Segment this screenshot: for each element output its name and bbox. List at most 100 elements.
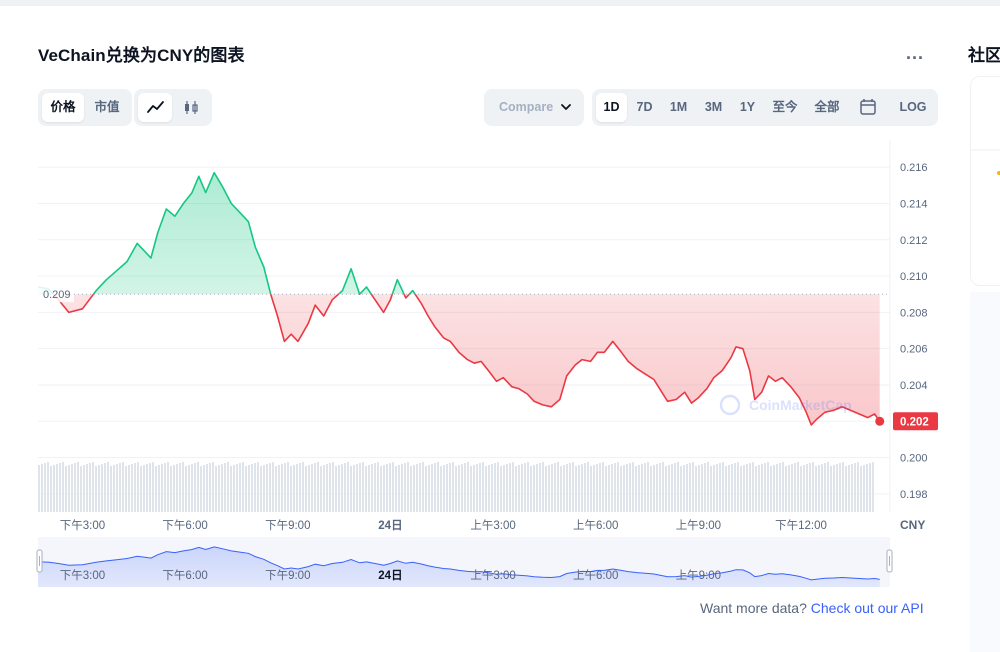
- navigator-tick-label: 24日: [378, 569, 402, 582]
- volume-bar: [350, 466, 352, 512]
- x-tick-label: 上午6:00: [573, 519, 618, 532]
- volume-bar: [755, 466, 757, 512]
- volume-bar: [137, 462, 139, 512]
- volume-bar: [584, 463, 586, 512]
- volume-bar: [767, 462, 769, 512]
- volume-bar: [206, 464, 208, 512]
- volume-bar: [368, 465, 370, 512]
- volume-bar: [707, 462, 709, 512]
- volume-bar: [656, 464, 658, 512]
- volume-bar: [464, 463, 466, 512]
- volume-bar: [152, 462, 154, 512]
- volume-bar: [692, 462, 694, 512]
- volume-bar: [200, 466, 202, 512]
- volume-bar: [449, 463, 451, 512]
- volume-bar: [557, 462, 559, 512]
- volume-bar: [836, 464, 838, 512]
- volume-bar: [761, 464, 763, 512]
- volume-bar: [290, 466, 292, 512]
- volume-bar: [788, 465, 790, 512]
- volume-bar: [854, 463, 856, 512]
- volume-bar: [173, 465, 175, 512]
- volume-bar: [278, 465, 280, 512]
- volume-bar: [797, 462, 799, 512]
- volume-bar: [728, 465, 730, 512]
- volume-bar: [764, 463, 766, 512]
- volume-bar: [248, 465, 250, 512]
- volume-bar: [722, 462, 724, 512]
- volume-bar: [335, 466, 337, 512]
- volume-bar: [470, 466, 472, 512]
- volume-bar: [107, 462, 109, 512]
- volume-bar: [296, 464, 298, 512]
- volume-bar: [527, 462, 529, 512]
- current-price-dot: [875, 416, 885, 426]
- navigator-tick-label: 上午3:00: [470, 569, 515, 582]
- volume-bar: [65, 466, 67, 512]
- volume-bar: [482, 462, 484, 512]
- volume-bar: [233, 465, 235, 512]
- volume-bar: [650, 466, 652, 512]
- volume-bar: [38, 465, 40, 512]
- api-link[interactable]: Check out our API: [811, 600, 924, 616]
- volume-bar: [179, 463, 181, 512]
- volume-bar: [542, 462, 544, 512]
- volume-bar: [614, 463, 616, 512]
- volume-bar: [779, 463, 781, 512]
- range-navigator[interactable]: 下午3:00 下午6:00 下午9:00 24日 上午3:00 上午6:00 上午9:00: [36, 537, 893, 587]
- volume-bar: [710, 466, 712, 512]
- volume-bar: [56, 464, 58, 512]
- reference-label: 0.209: [43, 289, 71, 301]
- volume-bar: [776, 464, 778, 512]
- volume-bar: [284, 463, 286, 512]
- volume-bar: [785, 466, 787, 512]
- volume-bar: [617, 462, 619, 512]
- volume-bar: [752, 462, 754, 512]
- volume-bar: [587, 462, 589, 512]
- volume-bar: [359, 463, 361, 512]
- volume-bar: [221, 464, 223, 512]
- volume-bar: [383, 465, 385, 512]
- volume-bar: [560, 466, 562, 512]
- volume-bar: [782, 462, 784, 512]
- volume-bar: [806, 464, 808, 512]
- navigator-handle-right[interactable]: [886, 549, 893, 573]
- volume-bar: [329, 463, 331, 512]
- volume-bar: [644, 463, 646, 512]
- volume-bar: [113, 465, 115, 512]
- volume-bar: [386, 464, 388, 512]
- volume-bar: [428, 465, 430, 512]
- volume-bar: [716, 464, 718, 512]
- volume-bar: [713, 465, 715, 512]
- volume-bar: [275, 466, 277, 512]
- volume-bar: [230, 466, 232, 512]
- volume-bar: [773, 465, 775, 512]
- price-chart[interactable]: CoinMarketCap 0.2160.2140.2120.2100.2080…: [0, 0, 1000, 650]
- volume-bar: [821, 464, 823, 512]
- volume-bar: [392, 462, 394, 512]
- volume-bar: [596, 464, 598, 512]
- volume-bar: [266, 464, 268, 512]
- volume-bar: [254, 463, 256, 512]
- navigator-handle-left[interactable]: [36, 549, 43, 573]
- volume-bar: [803, 465, 805, 512]
- volume-bar: [44, 463, 46, 512]
- volume-bar: [674, 463, 676, 512]
- volume-bar: [815, 466, 817, 512]
- volume-bar: [608, 465, 610, 512]
- volume-bar: [551, 464, 553, 512]
- x-tick-label: 下午9:00: [265, 519, 310, 532]
- volume-bar: [845, 466, 847, 512]
- y-tick-label: 0.200: [900, 453, 928, 465]
- volume-bar: [647, 462, 649, 512]
- volume-bar: [437, 462, 439, 512]
- volume-bar: [698, 465, 700, 512]
- volume-bar: [347, 462, 349, 512]
- volume-bar: [830, 466, 832, 512]
- volume-bar: [323, 465, 325, 512]
- volume-bar: [308, 465, 310, 512]
- volume-bar: [74, 463, 76, 512]
- volume-bar: [47, 462, 49, 512]
- volume-bar: [224, 463, 226, 512]
- volume-bar: [89, 463, 91, 512]
